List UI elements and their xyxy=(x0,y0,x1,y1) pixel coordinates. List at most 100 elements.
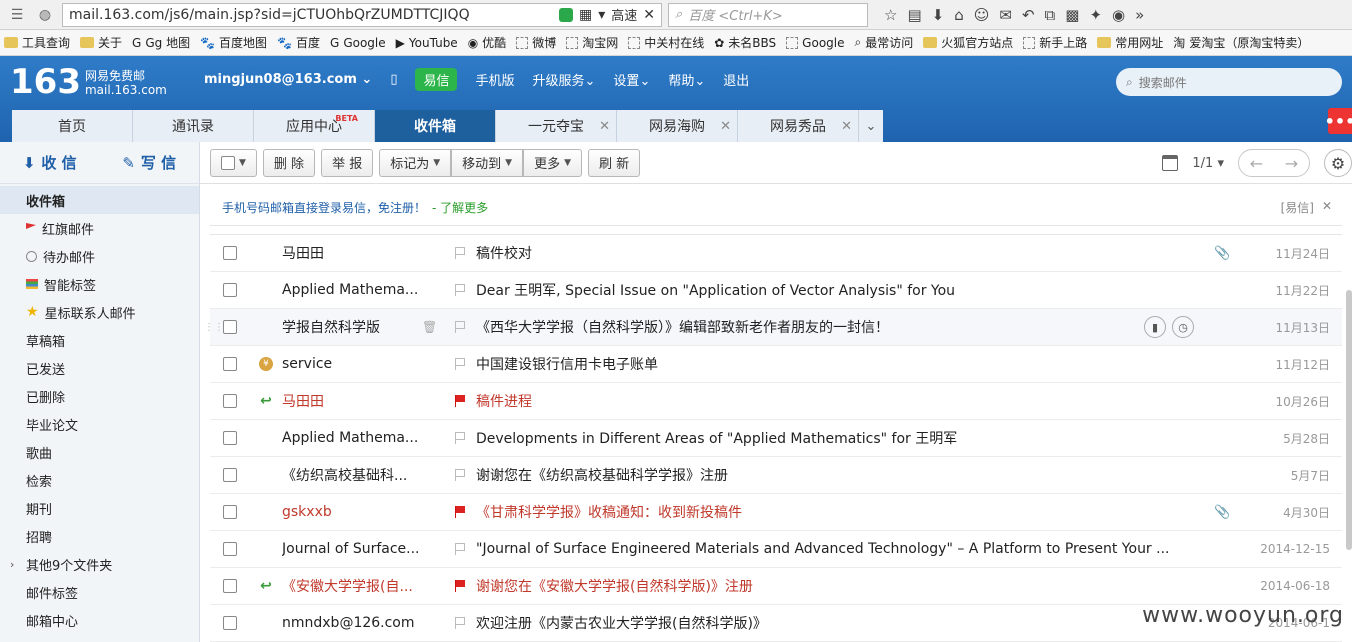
select-all-button[interactable]: ▼ xyxy=(210,148,257,177)
gear-icon[interactable]: ⚙ xyxy=(1324,149,1352,177)
mail-subject[interactable]: 谢谢您在《安徽大学学报(自然科学版)》注册 xyxy=(476,576,1214,596)
mail-sender[interactable]: 学报自然科学版 xyxy=(282,317,422,337)
speed-label[interactable]: 高速 xyxy=(611,5,637,24)
menu-icon[interactable]: ☰ xyxy=(6,4,28,26)
flag-icon[interactable] xyxy=(454,580,466,592)
checkbox[interactable] xyxy=(223,394,237,408)
address-bar[interactable]: mail.163.com/js6/main.jsp?sid=jCTUOhbQrZ… xyxy=(62,2,662,27)
bookmark-item[interactable]: 淘爱淘宝（原淘宝特卖） xyxy=(1173,34,1309,51)
bookmark-item[interactable]: 关于 xyxy=(80,34,122,51)
delete-button[interactable]: 删 除 xyxy=(262,148,316,177)
calendar-icon[interactable] xyxy=(1162,155,1179,171)
mail-row[interactable]: 《纺织高校基础科... 谢谢您在《纺织高校基础科学学报》注册 5月7日 xyxy=(210,457,1342,494)
close-icon[interactable]: ✕ xyxy=(599,119,610,134)
bookmark-item[interactable]: ◉ 优酷 xyxy=(468,34,507,51)
flag-icon[interactable] xyxy=(454,247,466,259)
chat-icon[interactable]: ✉ xyxy=(999,6,1012,24)
mail-subject[interactable]: Developments in Different Areas of "Appl… xyxy=(476,428,1214,448)
report-button[interactable]: 举 报 xyxy=(321,148,374,177)
tab-item[interactable]: 应用中心 BETA xyxy=(254,110,375,142)
bookmark-item[interactable]: G Google xyxy=(330,36,386,50)
star-icon[interactable]: ☆ xyxy=(884,6,897,24)
link-upgrade[interactable]: 升级服务⌄ xyxy=(533,70,596,89)
dropdown-icon[interactable]: ▾ xyxy=(598,7,605,23)
banner-text[interactable]: 手机号码邮箱直接登录易信，免注册！ xyxy=(222,199,426,216)
link-settings[interactable]: 设置⌄ xyxy=(613,70,650,89)
folder-item[interactable]: 邮箱中心 xyxy=(0,606,199,634)
folder-item[interactable]: 期刊 xyxy=(0,494,199,522)
checkbox[interactable] xyxy=(221,155,235,170)
flag-icon[interactable] xyxy=(454,543,466,555)
checkbox[interactable] xyxy=(223,246,237,260)
flag-icon[interactable] xyxy=(454,358,466,370)
bookmark-item[interactable]: 🐾 百度地图 xyxy=(200,34,267,51)
folder-item[interactable]: 邮件标签 xyxy=(0,578,199,606)
link-mobile[interactable]: 手机版 xyxy=(475,70,514,89)
mail-subject[interactable]: 《甘肃科学学报》收稿通知：收到新投稿件 xyxy=(476,502,1214,522)
page-indicator[interactable]: 1/1 ▾ xyxy=(1192,156,1224,171)
mail-row[interactable]: Journal of Surface... "Journal of Surface… xyxy=(210,531,1342,568)
checkbox[interactable] xyxy=(223,579,237,593)
chevron-right-icon[interactable]: › xyxy=(10,558,14,571)
tab-item[interactable]: 网易海购 ✕ xyxy=(617,110,738,142)
tab-item[interactable]: 通讯录 xyxy=(133,110,254,142)
mail-subject[interactable]: 《西华大学学报（自然科学版）》编辑部致新老作者朋友的一封信！ xyxy=(476,317,1144,337)
grid-icon[interactable]: ▩ xyxy=(1065,6,1079,24)
folder-item[interactable]: 智能标签 xyxy=(0,270,199,298)
scrollbar[interactable] xyxy=(1346,290,1352,550)
notification-icon[interactable]: ••• xyxy=(1325,108,1352,134)
compose-button[interactable]: ✎ 写 信 xyxy=(122,152,176,173)
logo[interactable]: 163 网易免费邮 mail.163.com xyxy=(10,64,167,100)
receive-button[interactable]: ⬇ 收 信 xyxy=(23,152,77,173)
crop-icon[interactable]: ⧉ xyxy=(1045,6,1056,24)
bookmark-item[interactable]: Google xyxy=(786,36,845,50)
yixin-button[interactable]: 易信 xyxy=(415,68,458,91)
mail-row[interactable]: ⋮⋮ 学报自然科学版 🗑 《西华大学学报（自然科学版）》编辑部致新老作者朋友的一封信！… xyxy=(204,309,1342,346)
flag-icon[interactable] xyxy=(454,617,466,629)
tab-item[interactable]: 一元夺宝 ✕ xyxy=(496,110,617,142)
bookmark-item[interactable]: 新手上路 xyxy=(1023,34,1087,51)
checkbox[interactable] xyxy=(223,505,237,519)
mail-row[interactable]: ¥ service 中国建设银行信用卡电子账单 11月12日 xyxy=(210,346,1342,383)
mark-as-button[interactable]: 标记为 ▼ xyxy=(379,148,452,177)
folder-item[interactable]: 检索 xyxy=(0,466,199,494)
mail-subject[interactable]: 稿件进程 xyxy=(476,391,1214,411)
folder-item[interactable]: 红旗邮件 xyxy=(0,214,199,242)
mail-subject[interactable]: Dear 王明军, Special Issue on "Application … xyxy=(476,280,1214,300)
flag-icon[interactable] xyxy=(454,321,466,333)
mail-sender[interactable]: Applied Mathema... xyxy=(282,282,422,298)
home-icon[interactable]: ⌂ xyxy=(954,6,964,24)
prev-page-icon[interactable]: ← xyxy=(1239,150,1274,176)
bookmark-item[interactable]: 工具查询 xyxy=(4,34,70,51)
mail-sender[interactable]: gskxxb xyxy=(282,504,422,520)
folder-item[interactable]: 歌曲 xyxy=(0,438,199,466)
overflow-icon[interactable]: » xyxy=(1135,6,1144,24)
flag-icon[interactable] xyxy=(454,284,466,296)
mail-sender[interactable]: nmndxb@126.com xyxy=(282,615,422,631)
browser-search-input[interactable]: ⌕ 百度 <Ctrl+K> xyxy=(668,2,868,27)
mail-subject[interactable]: 稿件校对 xyxy=(476,243,1214,263)
mail-subject[interactable]: 中国建设银行信用卡电子账单 xyxy=(476,354,1214,374)
abp-icon[interactable]: ◉ xyxy=(1112,6,1125,24)
phone-icon[interactable]: ▯ xyxy=(390,72,397,87)
link-help[interactable]: 帮助⌄ xyxy=(668,70,705,89)
folder-item[interactable]: 招聘 xyxy=(0,522,199,550)
mail-row[interactable]: gskxxb 《甘肃科学学报》收稿通知：收到新投稿件 📎 4月30日 xyxy=(210,494,1342,531)
close-icon[interactable]: ✕ xyxy=(841,119,852,134)
clock-icon[interactable]: ◷ xyxy=(1172,316,1194,338)
bookmark-item[interactable]: 🐾 百度 xyxy=(277,34,320,51)
bookmark-item[interactable]: ▶ YouTube xyxy=(396,36,458,50)
checkbox[interactable] xyxy=(223,283,237,297)
folder-item[interactable]: ★ 星标联系人邮件 xyxy=(0,298,199,326)
mail-subject[interactable]: "Journal of Surface Engineered Materials… xyxy=(476,541,1214,557)
mail-row[interactable]: 马田田 稿件校对 📎 11月24日 xyxy=(210,235,1342,272)
reader-icon[interactable]: ▤ xyxy=(907,6,921,24)
mail-row[interactable]: Applied Mathema... Developments in Differ… xyxy=(210,420,1342,457)
bookmark-item[interactable]: 常用网址 xyxy=(1097,34,1163,51)
next-page-icon[interactable]: → xyxy=(1274,150,1309,176)
download-icon[interactable]: ⬇ xyxy=(932,6,945,24)
tab-item[interactable]: 收件箱 xyxy=(375,110,496,142)
folder-item[interactable]: 已发送 xyxy=(0,354,199,382)
bookmark-item[interactable]: 微博 xyxy=(516,34,556,51)
move-to-button[interactable]: 移动到 ▼ xyxy=(451,148,524,177)
